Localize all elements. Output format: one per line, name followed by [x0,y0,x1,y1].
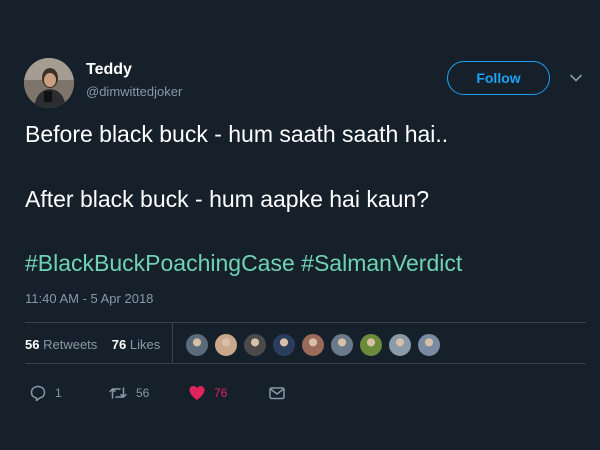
retweets-label: Retweets [43,337,98,352]
tweet-text-line-2: After black buck - hum aapke hai kaun? [25,186,430,212]
liker-avatar[interactable] [243,333,267,357]
hashtag-link[interactable]: #BlackBuckPoachingCase [25,250,295,276]
liker-avatar[interactable] [330,333,354,357]
follow-button-label: Follow [476,70,521,86]
retweets-stat[interactable]: 56 Retweets [25,337,97,352]
user-name[interactable]: Teddy [86,61,132,79]
liker-avatar[interactable] [272,333,296,357]
reply-button[interactable]: 1 [29,384,62,402]
tweet-stats: 56 Retweets 76 Likes [25,337,160,352]
tweet-hashtags: #BlackBuckPoachingCase #SalmanVerdict [25,250,462,277]
hashtag-link[interactable]: #SalmanVerdict [301,250,462,276]
likes-label: Likes [129,337,161,352]
retweet-icon [109,387,127,399]
follow-button[interactable]: Follow [447,61,550,95]
reply-count: 1 [55,386,62,400]
like-button[interactable]: 76 [188,384,227,402]
likes-count: 76 [111,337,127,352]
liker-avatar[interactable] [388,333,412,357]
liker-avatar[interactable] [185,333,209,357]
direct-message-button[interactable] [268,384,286,402]
retweet-button[interactable]: 56 [108,384,149,402]
user-avatar[interactable] [24,58,74,108]
divider [25,363,586,364]
user-photo [24,58,74,108]
likes-stat[interactable]: 76 Likes [112,337,160,352]
retweet-count: 56 [136,386,150,400]
heart-icon [189,386,205,400]
tweet-text-line-1: Before black buck - hum saath saath hai.… [25,121,449,147]
retweets-count: 56 [25,337,40,352]
liker-avatar[interactable] [359,333,383,357]
liker-avatar[interactable] [301,333,325,357]
chevron-down-icon[interactable] [568,70,584,86]
liker-avatar[interactable] [417,333,441,357]
stats-divider [172,323,173,363]
user-handle[interactable]: @dimwittedjoker [86,84,182,99]
divider [25,322,586,323]
like-count: 76 [214,386,228,400]
message-icon [269,387,285,400]
liker-avatar[interactable] [214,333,238,357]
reply-icon [30,385,46,402]
tweet-timestamp[interactable]: 11:40 AM - 5 Apr 2018 [25,291,153,306]
